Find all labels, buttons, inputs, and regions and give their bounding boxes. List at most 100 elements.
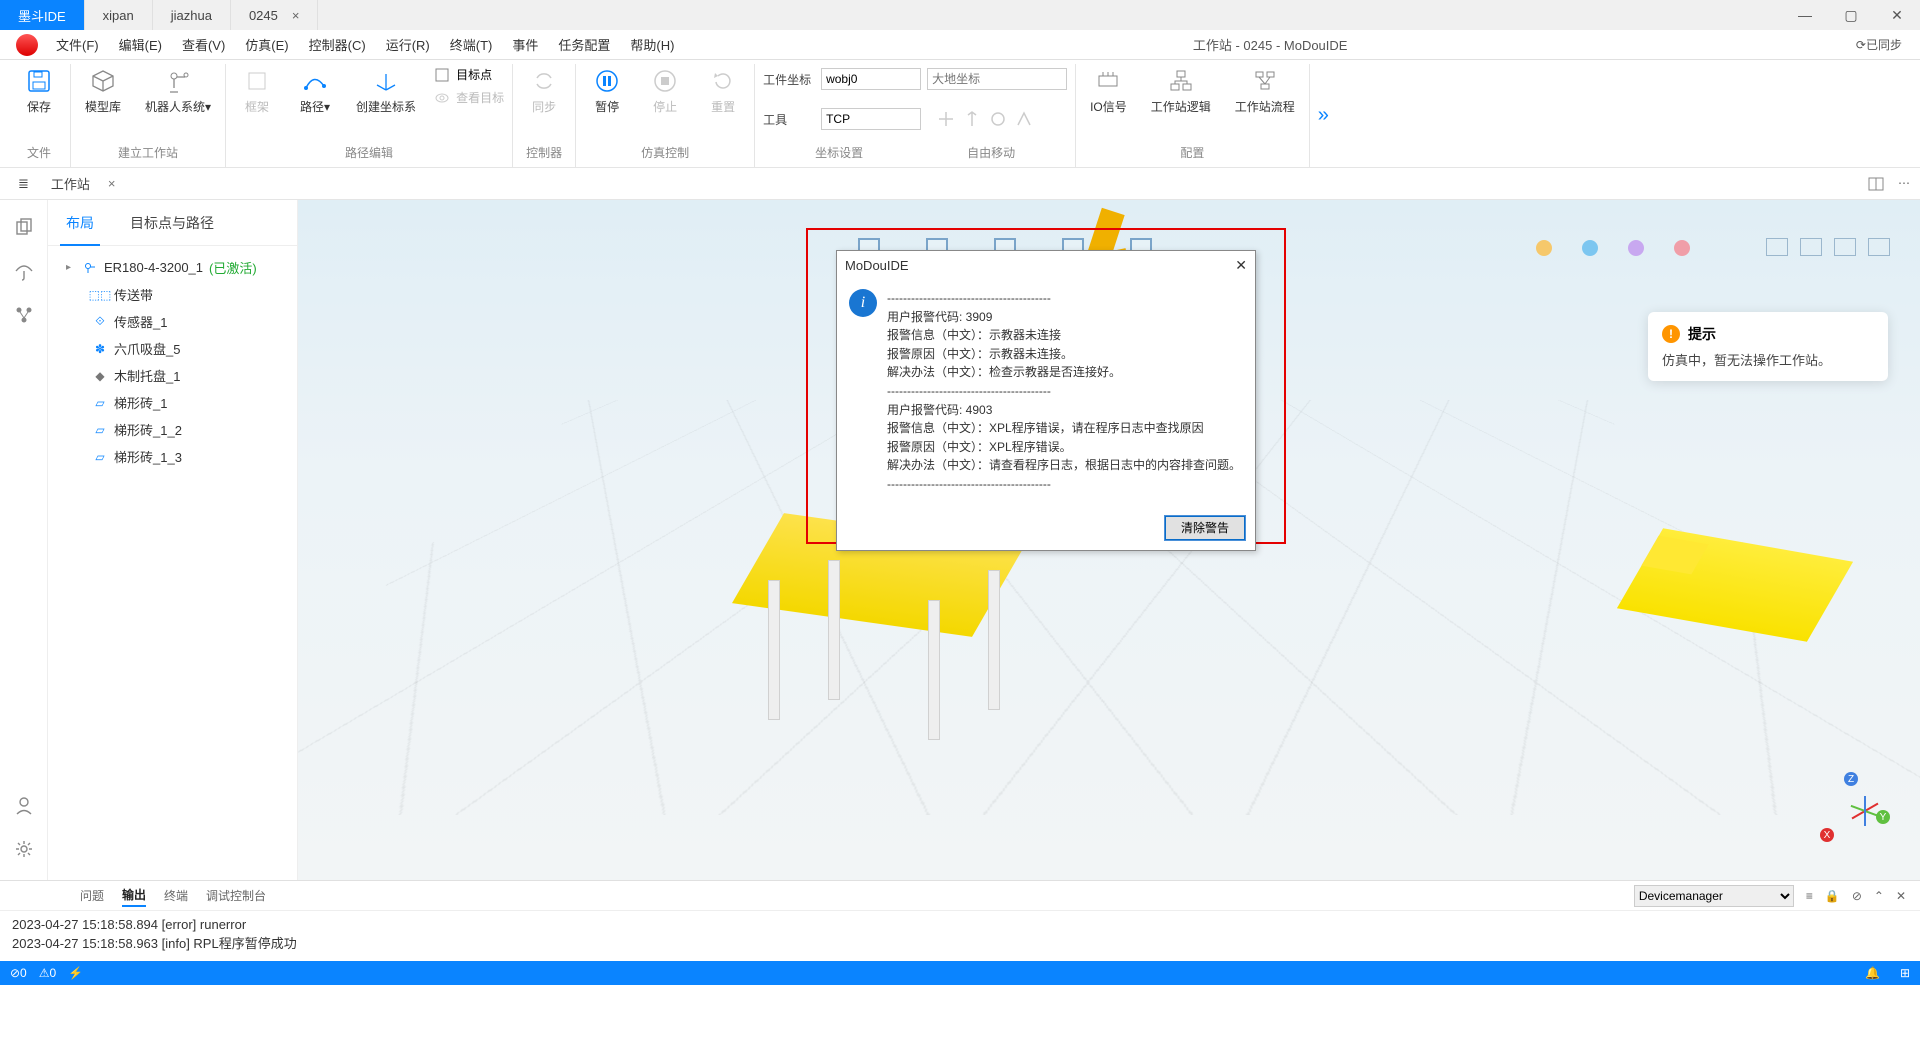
output-log[interactable]: 2023-04-27 15:18:58.894 [error] runerror…	[0, 911, 1920, 961]
sidebar-tab-targets[interactable]: 目标点与路径	[112, 200, 232, 245]
frame-button[interactable]: 框架	[234, 64, 280, 115]
close-tab-icon[interactable]: ×	[292, 8, 300, 23]
robot-system-button[interactable]: 机器人系统▾	[139, 64, 217, 115]
menu-file[interactable]: 文件(F)	[46, 35, 109, 54]
menubar: 文件(F) 编辑(E) 查看(V) 仿真(E) 控制器(C) 运行(R) 终端(…	[0, 30, 1920, 60]
status-warnings[interactable]: ⚠0	[39, 966, 56, 980]
tree-item-brick3[interactable]: ▱梯形砖_1_3	[48, 443, 297, 470]
doc-tab-label[interactable]: 工作站	[43, 174, 98, 193]
rail-nodes-icon[interactable]	[13, 304, 35, 326]
reset-button[interactable]: 重置	[700, 64, 746, 115]
orient-icon[interactable]	[1015, 110, 1033, 128]
model-library-button[interactable]: 模型库	[79, 64, 127, 115]
ribbon-group-controller: 同步 控制器	[513, 64, 576, 167]
move-xy-icon[interactable]	[937, 110, 955, 128]
rail-settings-icon[interactable]	[13, 838, 35, 860]
filter-icon[interactable]: ≡	[1806, 889, 1813, 903]
window-maximize-icon[interactable]: ▢	[1828, 0, 1874, 30]
tool-input[interactable]	[821, 108, 921, 130]
menu-view[interactable]: 查看(V)	[172, 35, 235, 54]
status-errors[interactable]: ⊘0	[10, 966, 27, 980]
rail-umbrella-icon[interactable]	[13, 260, 35, 282]
move-z-icon[interactable]	[963, 110, 981, 128]
menu-help[interactable]: 帮助(H)	[620, 35, 684, 54]
workpiece-cs-input[interactable]	[821, 68, 921, 90]
save-icon	[26, 68, 52, 94]
status-feedback-icon[interactable]: ⊞	[1900, 966, 1910, 980]
close-panel-icon[interactable]: ✕	[1896, 889, 1906, 903]
collapse-icon[interactable]: ⌃	[1874, 889, 1884, 903]
frame-icon	[244, 68, 270, 94]
bottom-tab-debug[interactable]: 调试控制台	[206, 885, 266, 906]
create-cs-button[interactable]: 创建坐标系	[350, 64, 422, 115]
tree-item-pallet[interactable]: ◆木制托盘_1	[48, 362, 297, 389]
bottom-tab-terminal[interactable]: 终端	[164, 885, 188, 906]
rail-user-icon[interactable]	[13, 794, 35, 816]
split-view-icon[interactable]	[1868, 176, 1884, 192]
axis-gizmo[interactable]: X Y Z	[1810, 770, 1890, 850]
viewport-3d[interactable]: X Y Z MoDouIDE ✕ i ---------------------…	[298, 200, 1920, 880]
ws-logic-button[interactable]: 工作站逻辑	[1145, 64, 1217, 115]
tool-palette-icons[interactable]	[1536, 240, 1690, 256]
stop-button[interactable]: 停止	[642, 64, 688, 115]
lock-icon[interactable]: 🔒	[1825, 889, 1840, 903]
path-button[interactable]: 路径▾	[292, 64, 338, 115]
ribbon-label-config: 配置	[1084, 140, 1301, 167]
expand-icon[interactable]: ▸	[66, 262, 76, 273]
clear-alert-button[interactable]: 清除警告	[1165, 516, 1245, 540]
tree-item-conveyor[interactable]: ⬚⬚传送带	[48, 281, 297, 308]
status-power-icon[interactable]: ⚡	[68, 966, 83, 980]
dialog-close-icon[interactable]: ✕	[1235, 257, 1247, 274]
ws-flow-button[interactable]: 工作站流程	[1229, 64, 1301, 115]
more-icon[interactable]: ⋯	[1898, 176, 1910, 192]
target-point-button[interactable]: 目标点	[434, 66, 504, 83]
tree-item-brick2[interactable]: ▱梯形砖_1_2	[48, 416, 297, 443]
ribbon-group-sim: 暂停 停止 重置 仿真控制	[576, 64, 755, 167]
save-label: 保存	[27, 98, 51, 115]
earth-cs-input[interactable]	[927, 68, 1067, 90]
menu-controller[interactable]: 控制器(C)	[299, 35, 376, 54]
tree-item-sensor[interactable]: ⟐传感器_1	[48, 308, 297, 335]
tree: ▸ ER180-4-3200_1(已激活) ⬚⬚传送带 ⟐传感器_1 ✽六爪吸盘…	[48, 246, 297, 478]
rotate-icon[interactable]	[989, 110, 1007, 128]
axis-icon	[373, 68, 399, 94]
brick-icon: ▱	[92, 395, 108, 411]
logic-icon	[1168, 68, 1194, 94]
menu-run[interactable]: 运行(R)	[376, 35, 440, 54]
doc-tab-close-icon[interactable]: ×	[104, 176, 120, 191]
sync-icon: ⟳	[1856, 38, 1866, 52]
window-close-icon[interactable]: ✕	[1874, 0, 1920, 30]
app-tab-ide[interactable]: 墨斗IDE	[0, 0, 85, 30]
tree-item-gripper[interactable]: ✽六爪吸盘_5	[48, 335, 297, 362]
reset-icon	[710, 68, 736, 94]
menu-events[interactable]: 事件	[502, 35, 548, 54]
workpiece-cs-label: 工件坐标	[763, 71, 815, 88]
sync-button[interactable]: 同步	[521, 64, 567, 115]
app-tab-jiazhua[interactable]: jiazhua	[153, 0, 231, 30]
menu-terminal[interactable]: 终端(T)	[440, 35, 503, 54]
ribbon-expand-icon[interactable]: »	[1310, 64, 1337, 167]
bottom-tab-problems[interactable]: 问题	[80, 885, 104, 906]
output-source-select[interactable]: Devicemanager	[1634, 885, 1794, 907]
tree-item-robot[interactable]: ▸ ER180-4-3200_1(已激活)	[48, 254, 297, 281]
menu-sim[interactable]: 仿真(E)	[235, 35, 298, 54]
window-minimize-icon[interactable]: —	[1782, 0, 1828, 30]
save-button[interactable]: 保存	[16, 64, 62, 115]
menu-taskconfig[interactable]: 任务配置	[548, 35, 620, 54]
pause-button[interactable]: 暂停	[584, 64, 630, 115]
clear-icon[interactable]: ⊘	[1852, 889, 1862, 903]
status-bell-icon[interactable]: 🔔	[1865, 966, 1880, 980]
app-tab-xipan[interactable]: xipan	[85, 0, 153, 30]
tree-item-brick1[interactable]: ▱梯形砖_1	[48, 389, 297, 416]
menu-edit[interactable]: 编辑(E)	[109, 35, 172, 54]
sidebar-tab-layout[interactable]: 布局	[48, 200, 112, 245]
ribbon-group-workstation: 模型库 机器人系统▾ 建立工作站	[71, 64, 226, 167]
robot-node-icon	[82, 260, 98, 276]
rail-copy-icon[interactable]	[13, 216, 35, 238]
ribbon-label-sim: 仿真控制	[584, 140, 746, 167]
view-mode-icons[interactable]	[1766, 238, 1890, 256]
app-tab-0245[interactable]: 0245×	[231, 0, 319, 30]
bottom-tab-output[interactable]: 输出	[122, 884, 146, 907]
io-signal-button[interactable]: IO信号	[1084, 64, 1133, 115]
view-target-button[interactable]: 查看目标	[434, 89, 504, 106]
